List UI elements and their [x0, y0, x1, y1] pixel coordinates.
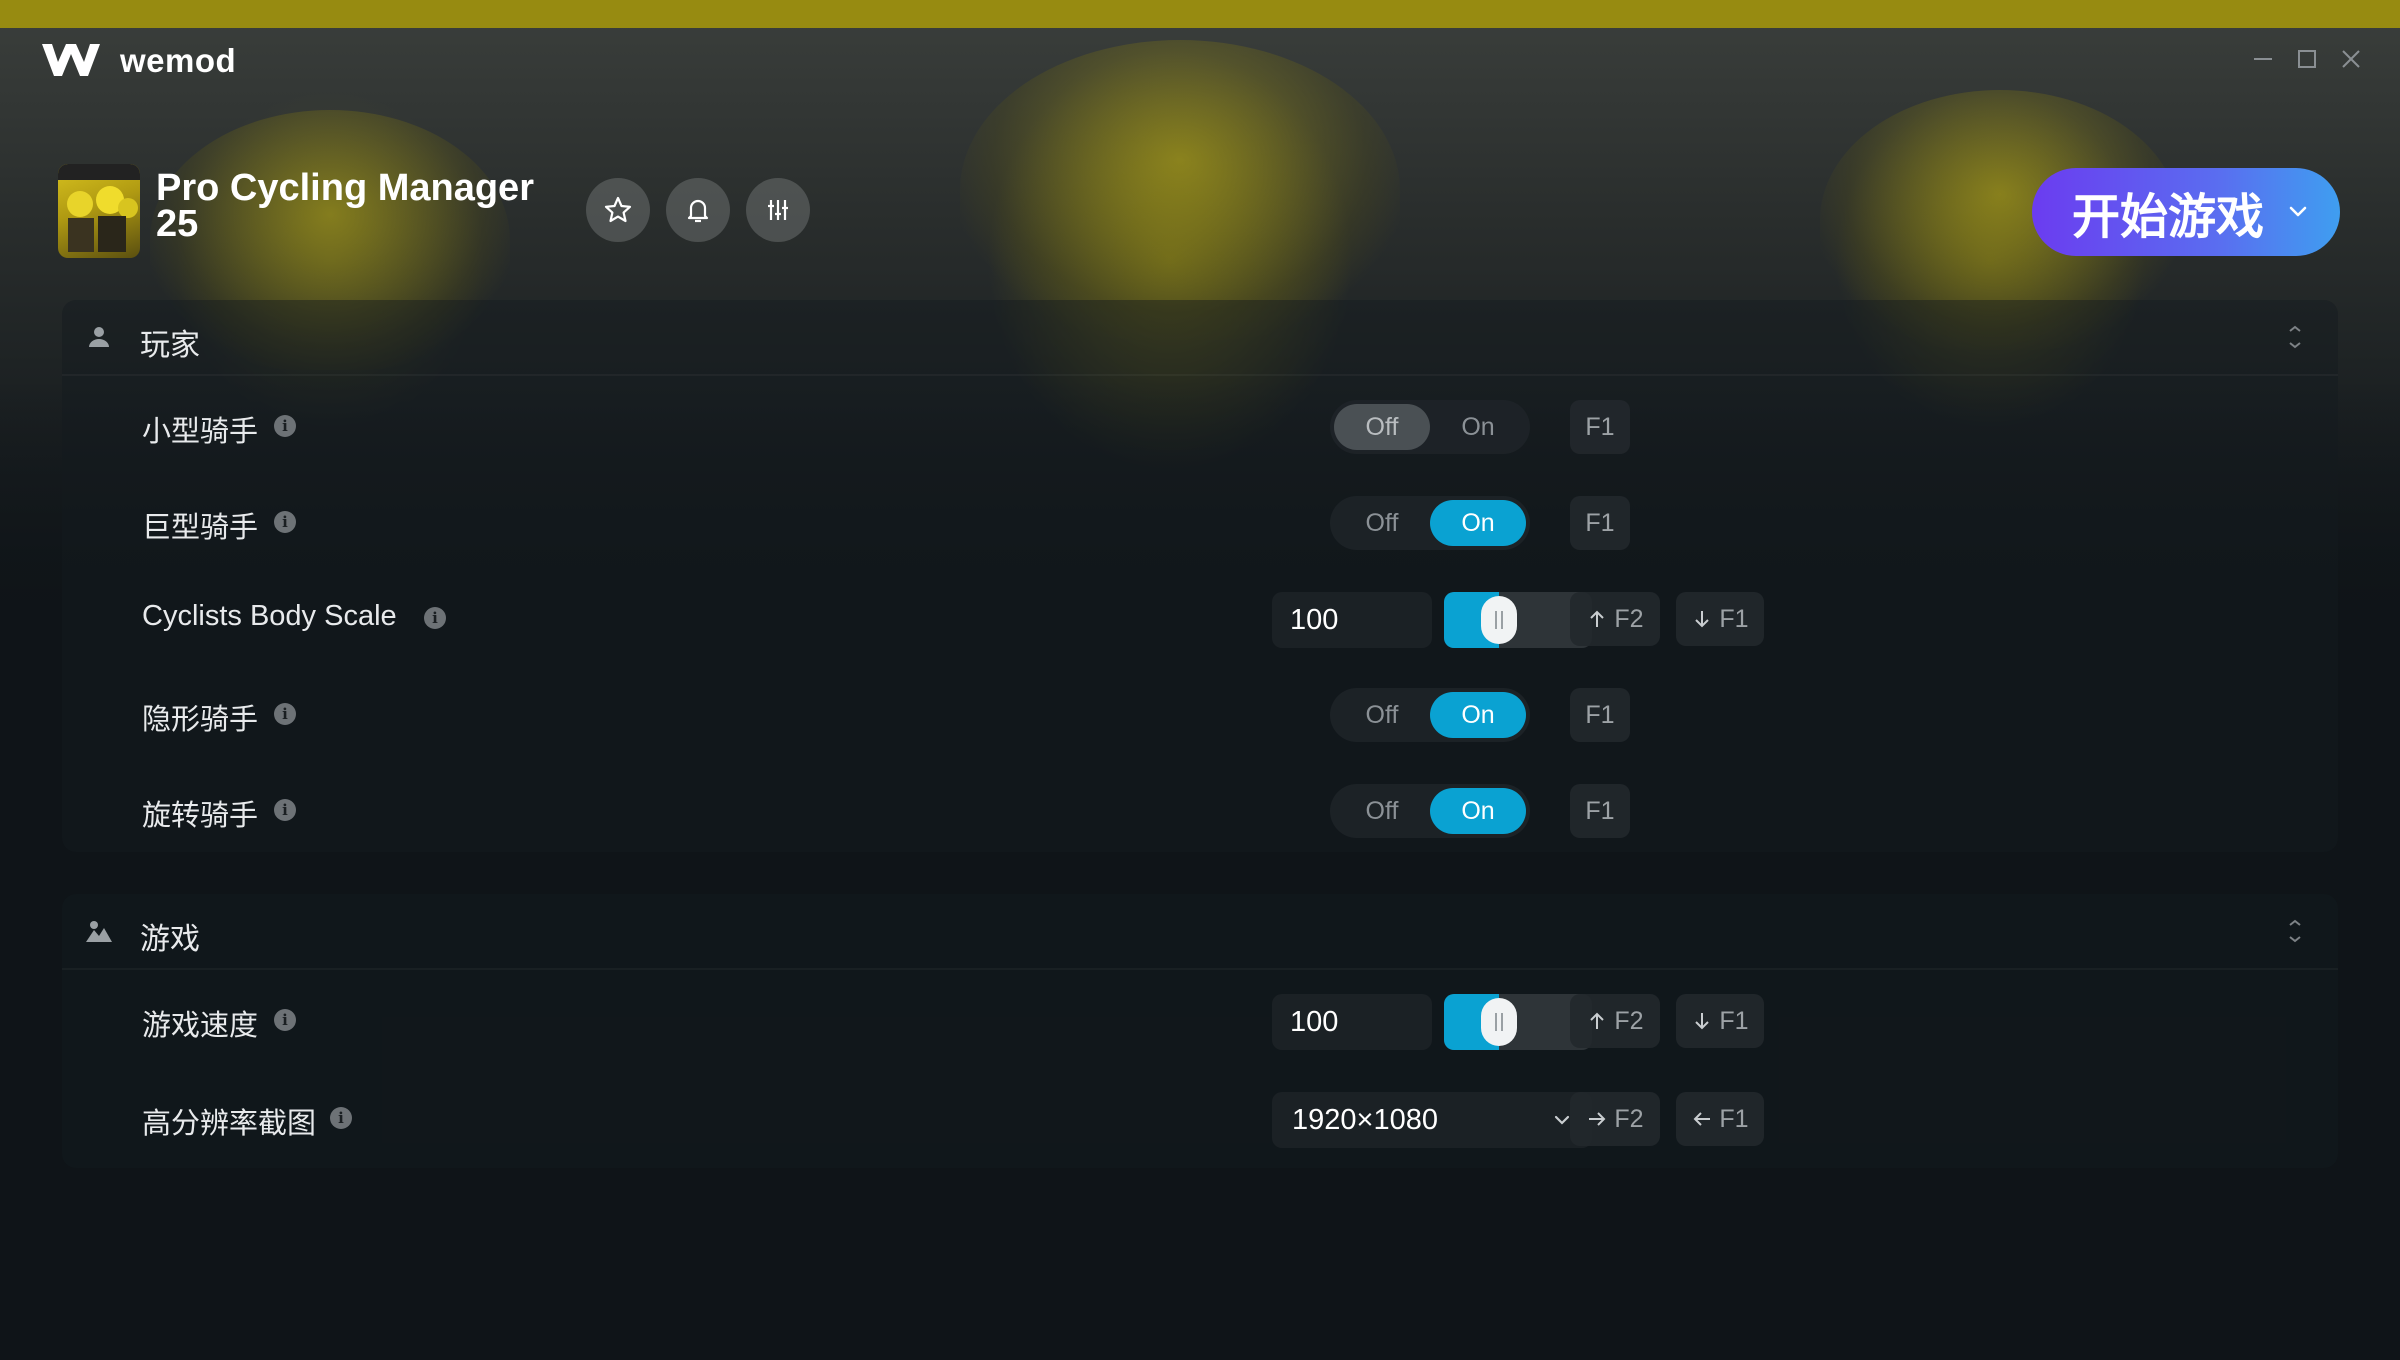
- chevron-down-icon[interactable]: [2284, 198, 2312, 226]
- game-title: Pro Cycling Manager 25: [156, 167, 534, 245]
- toggle-on[interactable]: On: [1430, 692, 1526, 738]
- game-settings-button[interactable]: [746, 178, 810, 242]
- sliders-icon: [768, 200, 788, 220]
- hotkey-chip[interactable]: F1: [1570, 688, 1630, 742]
- cheat-row-body-scale: Cyclists Body Scale i 100 F2 F1: [62, 588, 2338, 648]
- cheat-label: 隐形骑手: [142, 704, 259, 736]
- player-section: 玩家 小型骑手 i Off On F1 巨型骑手 i Off On F1 Cyc…: [62, 300, 2338, 852]
- notify-button[interactable]: [666, 178, 730, 242]
- bell-icon: [687, 199, 709, 223]
- toggle-on[interactable]: On: [1430, 500, 1526, 546]
- game-section: 游戏 游戏速度 i 100 F2 F1 高分辨率截图 i 1920×1080 F…: [62, 894, 2338, 1168]
- hotkey-chip[interactable]: F1: [1570, 496, 1630, 550]
- next-hotkey-chip[interactable]: F2: [1570, 1092, 1660, 1146]
- decrease-hotkey-chip[interactable]: F1: [1676, 994, 1764, 1048]
- landscape-icon: [86, 921, 112, 942]
- cheat-row-hires-screenshot: 高分辨率截图 i 1920×1080 F2 F1: [62, 1088, 2338, 1148]
- info-icon[interactable]: i: [274, 1009, 296, 1031]
- hotkey-label: F1: [1585, 796, 1615, 825]
- collapse-icon[interactable]: [2280, 322, 2310, 352]
- hotkey-chip[interactable]: F1: [1570, 784, 1630, 838]
- decrease-hotkey-chip[interactable]: F1: [1676, 592, 1764, 646]
- toggle-off[interactable]: Off: [1334, 788, 1430, 834]
- cheat-label: 旋转骑手: [142, 800, 259, 832]
- arrow-down-icon: [1695, 611, 1710, 628]
- game-section-title: 游戏: [140, 923, 200, 956]
- person-icon: [89, 327, 109, 347]
- info-icon[interactable]: i: [274, 415, 296, 437]
- resolution-selected: 1920×1080: [1292, 1103, 1438, 1136]
- slider-thumb[interactable]: [1481, 998, 1517, 1046]
- cheat-label: 高分辨率截图: [142, 1108, 317, 1140]
- hotkey-label: F2: [1614, 1006, 1644, 1035]
- toggle-on[interactable]: On: [1430, 404, 1526, 450]
- giant-rider-toggle[interactable]: Off On: [1330, 496, 1530, 550]
- game-cover-image: [58, 164, 140, 258]
- resolution-select[interactable]: 1920×1080: [1272, 1092, 1592, 1148]
- arrow-up-icon: [1590, 610, 1605, 627]
- hotkey-label: F1: [1585, 700, 1615, 729]
- game-section-header[interactable]: 游戏: [62, 894, 2338, 970]
- info-icon[interactable]: i: [424, 607, 446, 629]
- toggle-off[interactable]: Off: [1334, 500, 1430, 546]
- prev-hotkey-chip[interactable]: F1: [1676, 1092, 1764, 1146]
- player-section-header[interactable]: 玩家: [62, 300, 2338, 376]
- hotkey-label: F1: [1719, 1006, 1749, 1035]
- star-icon: [604, 196, 632, 223]
- toggle-off[interactable]: Off: [1334, 692, 1430, 738]
- cheat-row-giant-rider: 巨型骑手 i Off On F1: [62, 492, 2338, 552]
- cheat-row-invisible-rider: 隐形骑手 i Off On F1: [62, 684, 2338, 744]
- increase-hotkey-chip[interactable]: F2: [1570, 994, 1660, 1048]
- collapse-icon[interactable]: [2280, 916, 2310, 946]
- maximize-icon[interactable]: [2292, 44, 2322, 74]
- play-button-label: 开始游戏: [2072, 191, 2265, 244]
- cheat-label: Cyclists Body Scale: [142, 600, 397, 632]
- arrow-up-icon: [1590, 1012, 1605, 1029]
- wemod-logo-icon: [42, 44, 100, 76]
- top-accent-bar: [0, 0, 2400, 28]
- arrow-right-icon: [1589, 1112, 1606, 1126]
- cheat-row-spin-rider: 旋转骑手 i Off On F1: [62, 780, 2338, 840]
- play-game-button[interactable]: 开始游戏: [2032, 168, 2340, 256]
- arrow-left-icon: [1693, 1112, 1711, 1126]
- minimize-icon[interactable]: [2248, 44, 2278, 74]
- arrow-down-icon: [1695, 1013, 1710, 1030]
- toggle-off[interactable]: Off: [1334, 404, 1430, 450]
- app-brand: wemod: [120, 42, 237, 79]
- toggle-on[interactable]: On: [1430, 788, 1526, 834]
- cheat-row-small-rider: 小型骑手 i Off On F1: [62, 396, 2338, 456]
- hotkey-label: F1: [1719, 604, 1749, 633]
- favorite-button[interactable]: [586, 178, 650, 242]
- info-icon[interactable]: i: [274, 703, 296, 725]
- increase-hotkey-chip[interactable]: F2: [1570, 592, 1660, 646]
- cheat-label: 游戏速度: [142, 1010, 259, 1042]
- hotkey-label: F1: [1719, 1104, 1749, 1133]
- cheat-label: 小型骑手: [142, 416, 259, 448]
- info-icon[interactable]: i: [330, 1107, 352, 1129]
- body-scale-input[interactable]: 100: [1272, 592, 1432, 648]
- hotkey-label: F1: [1585, 508, 1615, 537]
- cheat-label: 巨型骑手: [142, 512, 259, 544]
- invisible-rider-toggle[interactable]: Off On: [1330, 688, 1530, 742]
- game-speed-input[interactable]: 100: [1272, 994, 1432, 1050]
- hotkey-label: F2: [1614, 604, 1644, 633]
- info-icon[interactable]: i: [274, 799, 296, 821]
- small-rider-toggle[interactable]: Off On: [1330, 400, 1530, 454]
- slider-thumb[interactable]: [1481, 596, 1517, 644]
- close-icon[interactable]: [2336, 44, 2366, 74]
- info-icon[interactable]: i: [274, 511, 296, 533]
- spin-rider-toggle[interactable]: Off On: [1330, 784, 1530, 838]
- hotkey-label: F1: [1585, 412, 1615, 441]
- hotkey-chip[interactable]: F1: [1570, 400, 1630, 454]
- cheat-row-game-speed: 游戏速度 i 100 F2 F1: [62, 990, 2338, 1050]
- player-section-title: 玩家: [140, 329, 200, 362]
- title-bar: wemod: [0, 28, 2400, 92]
- hotkey-label: F2: [1614, 1104, 1644, 1133]
